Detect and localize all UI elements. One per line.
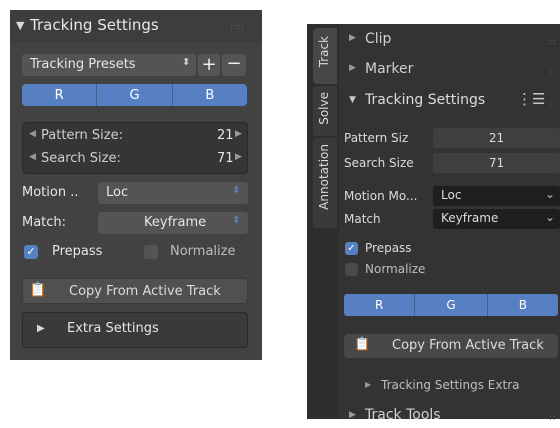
copy-from-active-track-button[interactable]: 📋 Copy From Active Track xyxy=(22,278,248,304)
pattern-size-value: 21 xyxy=(217,128,234,143)
pattern-size-label: Pattern Size: xyxy=(41,128,123,143)
add-preset-button[interactable]: + xyxy=(198,54,220,76)
tracking-settings-extra-subpanel[interactable]: ▶ Tracking Settings Extra xyxy=(339,374,560,398)
tab-solve-label: Solve xyxy=(317,92,331,125)
chevron-down-icon: ⌄ xyxy=(545,187,556,201)
channel-r-toggle[interactable]: R xyxy=(344,294,416,316)
clipboard-paste-icon: 📋 xyxy=(29,282,47,298)
extra-settings-label: Extra Settings xyxy=(67,321,159,336)
channel-r-toggle[interactable]: R xyxy=(22,84,98,106)
search-size-value: 71 xyxy=(217,151,234,166)
decrement-arrow-icon[interactable]: ◀ xyxy=(29,152,36,162)
motion-model-label: Motion Mo... xyxy=(344,189,418,203)
search-size-field[interactable]: 71 xyxy=(433,153,560,173)
copy-from-active-track-button[interactable]: 📋 Copy From Active Track xyxy=(344,334,558,358)
tracking-settings-panel-header[interactable]: ▼ Tracking Settings ⋮☰ :: xyxy=(339,88,560,116)
copy-from-active-track-label: Copy From Active Track xyxy=(69,284,221,299)
pattern-size-label: Pattern Siz xyxy=(344,131,409,145)
tracking-presets-dropdown[interactable]: Tracking Presets ⬍ xyxy=(22,54,196,76)
motion-model-dropdown[interactable]: Loc ⌄ xyxy=(433,186,560,206)
drag-grip-icon[interactable]: :: xyxy=(549,99,556,108)
chevron-down-icon: ⌄ xyxy=(545,210,556,224)
collapse-triangle-icon[interactable]: ▼ xyxy=(349,95,356,105)
match-dropdown[interactable]: Keyframe ⌄ xyxy=(433,209,560,229)
panel-title: Tracking Settings xyxy=(30,16,159,34)
marker-label: Marker xyxy=(365,61,414,77)
search-size-label: Search Size xyxy=(344,156,414,170)
match-label: Match xyxy=(344,212,381,226)
channel-g-toggle[interactable]: G xyxy=(97,84,173,106)
expand-triangle-icon[interactable]: ▶ xyxy=(37,323,45,334)
checkmark-icon[interactable]: ✓ xyxy=(24,245,38,259)
increment-arrow-icon[interactable]: ▶ xyxy=(235,129,242,139)
decrement-arrow-icon[interactable]: ◀ xyxy=(29,129,36,139)
normalize-checkbox[interactable]: Normalize xyxy=(140,242,250,264)
match-value: Keyframe xyxy=(441,211,499,225)
clip-panel-header[interactable]: ▶ Clip :: xyxy=(339,28,560,54)
expand-triangle-icon[interactable]: ▶ xyxy=(349,63,356,73)
channel-b-toggle[interactable]: B xyxy=(173,84,247,106)
match-value: Keyframe xyxy=(144,215,207,230)
checkbox-box[interactable] xyxy=(345,263,358,276)
clipboard-paste-icon: 📋 xyxy=(354,337,371,352)
tab-annotation[interactable]: Annotation xyxy=(313,138,337,228)
motion-model-value: Loc xyxy=(441,188,462,202)
pattern-size-field[interactable]: ◀ Pattern Size: 21 ▶ xyxy=(25,127,245,147)
updown-arrows-icon: ⬍ xyxy=(182,57,191,68)
search-size-label: Search Size: xyxy=(41,151,121,166)
marker-panel-header[interactable]: ▶ Marker :: xyxy=(339,58,560,84)
pattern-size-field[interactable]: 21 xyxy=(433,128,560,148)
size-fields-group: ◀ Pattern Size: 21 ▶ ◀ Search Size: 71 ▶ xyxy=(22,122,248,174)
properties-content: ▶ Clip :: ▶ Marker :: ▼ Tracking Setting… xyxy=(339,24,560,423)
tab-annotation-label: Annotation xyxy=(317,144,331,210)
motion-model-value: Loc xyxy=(106,185,129,200)
prepass-label: Prepass xyxy=(52,244,103,259)
match-label: Match: xyxy=(22,215,67,230)
updown-arrows-icon: ⬍ xyxy=(232,215,241,226)
prepass-checkbox[interactable]: ✓ Prepass xyxy=(343,239,463,259)
expand-triangle-icon[interactable]: ▶ xyxy=(365,380,371,389)
track-tools-panel-header[interactable]: ▶ Track Tools :: xyxy=(339,404,560,428)
tracking-presets-label: Tracking Presets xyxy=(30,57,136,72)
updown-arrows-icon: ⬍ xyxy=(232,185,241,196)
collapse-triangle-icon[interactable]: ▼ xyxy=(16,19,24,32)
tracking-properties-panel: Track Solve Annotation ▶ Clip :: ▶ Marke… xyxy=(307,24,560,423)
expand-triangle-icon[interactable]: ▶ xyxy=(349,33,356,43)
channel-toggle-group: R G B xyxy=(344,294,558,316)
normalize-label: Normalize xyxy=(170,244,236,259)
tab-solve[interactable]: Solve xyxy=(313,86,337,136)
drag-grip-icon[interactable]: :: xyxy=(549,67,556,76)
tracking-settings-panel-legacy: ▼ Tracking Settings :::: Tracking Preset… xyxy=(10,10,262,360)
extra-settings-subpanel[interactable]: ▶ Extra Settings xyxy=(22,312,248,348)
motion-model-dropdown[interactable]: Loc ⬍ xyxy=(98,182,248,204)
channel-toggle-group: R G B xyxy=(22,84,247,106)
checkmark-icon[interactable]: ✓ xyxy=(345,242,358,255)
tab-track-label: Track xyxy=(317,36,331,68)
channel-b-toggle[interactable]: B xyxy=(488,294,558,316)
tracking-settings-extra-label: Tracking Settings Extra xyxy=(381,378,520,392)
drag-grip-icon[interactable]: :: xyxy=(549,413,556,422)
copy-from-active-track-label: Copy From Active Track xyxy=(392,338,544,353)
increment-arrow-icon[interactable]: ▶ xyxy=(235,152,242,162)
prepass-checkbox[interactable]: ✓ Prepass xyxy=(22,242,132,264)
drag-grip-icon[interactable]: :: xyxy=(549,37,556,46)
search-size-field[interactable]: ◀ Search Size: 71 ▶ xyxy=(25,150,245,170)
remove-preset-button[interactable]: − xyxy=(222,54,246,76)
prepass-label: Prepass xyxy=(365,241,412,255)
track-tools-label: Track Tools xyxy=(365,407,441,423)
checkbox-box[interactable] xyxy=(144,245,158,259)
normalize-label: Normalize xyxy=(365,262,426,276)
channel-g-toggle[interactable]: G xyxy=(415,294,488,316)
normalize-checkbox[interactable]: Normalize xyxy=(343,260,463,280)
clip-label: Clip xyxy=(365,31,392,47)
tab-track[interactable]: Track xyxy=(313,28,337,84)
presets-menu-icon[interactable]: ⋮☰ xyxy=(517,90,545,108)
panel-header[interactable]: ▼ Tracking Settings :::: xyxy=(10,10,262,42)
motion-model-label: Motion .. xyxy=(22,185,79,200)
tracking-settings-label: Tracking Settings xyxy=(365,92,486,108)
match-dropdown[interactable]: Keyframe ⬍ xyxy=(98,212,248,234)
drag-grip-icon[interactable]: :::: xyxy=(230,22,245,31)
